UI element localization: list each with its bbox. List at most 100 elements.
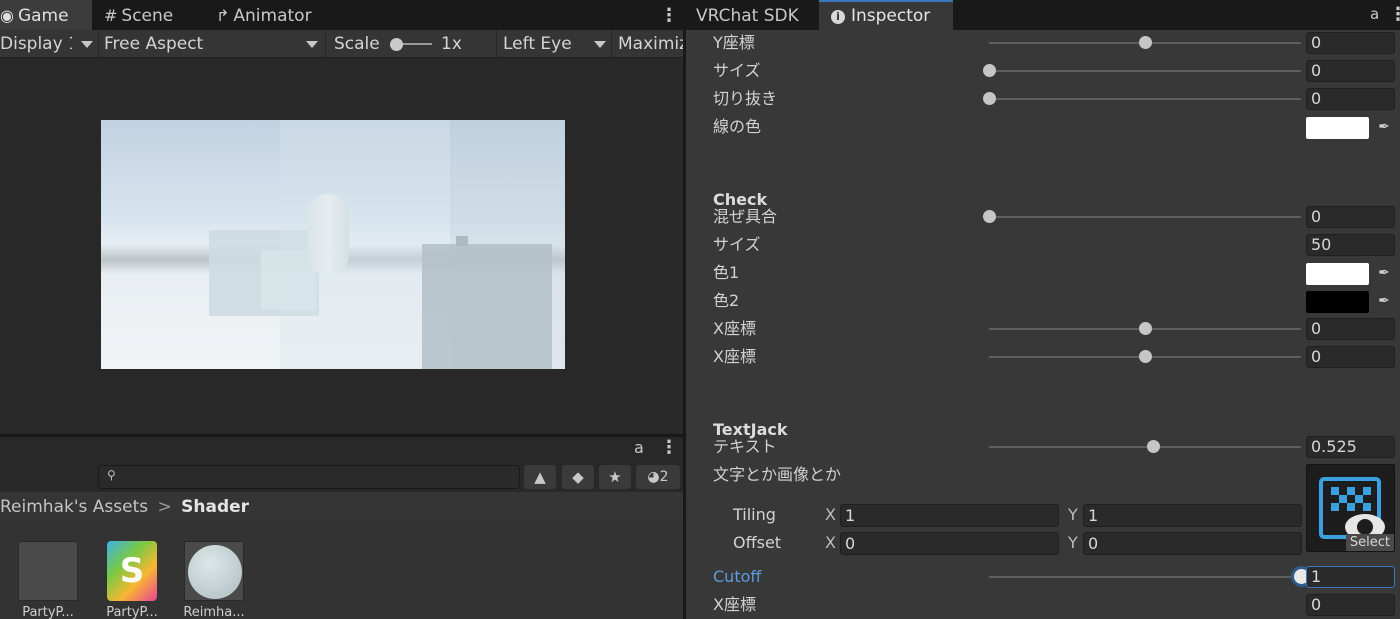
slider-track[interactable] (989, 216, 1301, 218)
filter-by-type-icon[interactable]: ▲ (524, 465, 556, 489)
breadcrumb-current[interactable]: Shader (181, 497, 249, 517)
lock-icon[interactable]: 𝖺 (1370, 5, 1379, 23)
shader-glyph: S (119, 551, 145, 591)
tab-animator[interactable]: ↱ Animator (216, 0, 312, 30)
asset-label: Reimha... (183, 605, 245, 619)
breadcrumb-root[interactable]: Reimhak's Assets (0, 497, 148, 517)
search-icon: ⚲ (107, 468, 116, 482)
tab-game[interactable]: ◉ Game (0, 0, 92, 30)
property-row: 色2 ✒ (686, 287, 1400, 315)
eye-select[interactable]: Left Eye (503, 30, 583, 58)
shader-file-icon: S (107, 541, 157, 601)
slider-track[interactable] (989, 70, 1301, 72)
scale-label: Scale (334, 34, 380, 54)
y-label: Y (1068, 505, 1078, 524)
tab-inspector[interactable]: i Inspector (819, 0, 953, 30)
offset-x-field[interactable]: 0 (840, 532, 1059, 555)
tab-scene-label: Scene (121, 6, 174, 26)
number-field[interactable]: 0 (1306, 60, 1395, 82)
number-field[interactable]: 0 (1306, 32, 1395, 54)
asset-label: PartyP... (106, 605, 158, 619)
tiling-y-field[interactable]: 1 (1083, 504, 1302, 527)
color-swatch[interactable] (1306, 291, 1369, 313)
scale-slider-handle[interactable] (390, 38, 403, 51)
slider-track[interactable] (989, 98, 1301, 100)
property-row: Cutoff 1 (686, 563, 1400, 591)
tab-game-label: Game (17, 6, 69, 26)
eyedropper-icon[interactable]: ✒ (1374, 117, 1394, 137)
scene-box-shape (456, 236, 468, 246)
favorites-star-icon[interactable]: ★ (599, 465, 631, 489)
offset-y-field[interactable]: 0 (1083, 532, 1302, 555)
material-preview (184, 541, 244, 601)
property-label: サイズ (713, 235, 761, 254)
info-icon: i (831, 10, 845, 24)
display-select[interactable]: Display 1 (0, 30, 72, 58)
slider-track[interactable] (989, 446, 1301, 448)
slider-handle[interactable] (1146, 440, 1160, 453)
maximize-toggle[interactable]: Maximize (618, 30, 683, 58)
number-field[interactable]: 0 (1306, 346, 1395, 368)
hidden-packages-toggle[interactable]: ◕2 (636, 465, 680, 489)
asset-thumbnail[interactable]: S (100, 539, 164, 603)
texture-select-button[interactable]: Select (1345, 534, 1394, 551)
number-field[interactable]: 0 (1306, 206, 1395, 228)
property-label: 線の色 (713, 117, 762, 136)
asset-thumbnail[interactable] (182, 539, 246, 603)
property-row: 切り抜き 0 (686, 85, 1400, 113)
number-field[interactable]: 50 (1306, 234, 1395, 256)
game-viewport[interactable] (0, 58, 683, 434)
property-label: 切り抜き (713, 89, 778, 108)
asset-thumbnail[interactable] (16, 539, 80, 603)
property-label: テキスト (713, 437, 777, 456)
lock-icon[interactable]: 𝖺 (634, 438, 644, 457)
eyedropper-icon[interactable]: ✒ (1374, 291, 1394, 311)
tiling-row: Tiling X 1 Y 1 (686, 501, 1400, 529)
slider-handle[interactable] (1139, 36, 1152, 49)
slider-handle[interactable] (983, 92, 996, 105)
number-field[interactable]: 1 (1306, 566, 1395, 588)
slider-handle[interactable] (983, 64, 996, 77)
filter-by-label-icon[interactable]: ◆ (562, 465, 594, 489)
project-header: 𝖺 ⋮ (0, 437, 683, 462)
property-row: 色1 ✒ (686, 259, 1400, 287)
number-field[interactable]: 0.525 (1306, 436, 1395, 458)
sphere-preview (188, 545, 242, 599)
property-row: 線の色 ✒ (686, 113, 1400, 141)
property-row: 混ぜ具合 0 (686, 203, 1400, 231)
inspector-panel: VRChat SDK i Inspector 𝖺 ⋮ Y座標 0 サイズ 0 切り… (686, 0, 1400, 619)
eyedropper-icon[interactable]: ✒ (1374, 263, 1394, 283)
more-options-icon[interactable]: ⋮ (660, 437, 678, 458)
tiling-x-field[interactable]: 1 (840, 504, 1059, 527)
number-field[interactable]: 0 (1306, 88, 1395, 110)
color-swatch[interactable] (1306, 263, 1369, 285)
tab-scene[interactable]: # Scene (104, 0, 173, 30)
more-options-icon[interactable]: ⋮ (660, 5, 678, 26)
chevron-down-icon (306, 41, 318, 48)
offset-row: Offset X 0 Y 0 (686, 529, 1400, 557)
search-input[interactable]: ⚲ (98, 465, 520, 489)
property-label: 色1 (713, 263, 740, 282)
grid-icon: # (104, 6, 118, 25)
number-field[interactable]: 0 (1306, 594, 1395, 616)
property-row: X座標 0 (686, 315, 1400, 343)
slider-track[interactable] (989, 576, 1301, 578)
aspect-select[interactable]: Free Aspect (104, 30, 304, 58)
slider-handle[interactable] (1139, 322, 1152, 335)
more-options-icon[interactable]: ⋮ (1389, 4, 1400, 25)
game-render-image (101, 120, 565, 369)
slider-handle[interactable] (1139, 350, 1152, 363)
breadcrumb-separator: > (157, 497, 172, 517)
animator-icon: ↱ (216, 6, 230, 25)
chevron-down-icon (594, 41, 606, 48)
y-label: Y (1068, 533, 1078, 552)
color-swatch[interactable] (1306, 117, 1369, 139)
property-label: 文字とか画像とか (713, 465, 842, 484)
number-field[interactable]: 0 (1306, 318, 1395, 340)
tab-vrchat-sdk[interactable]: VRChat SDK (696, 0, 799, 30)
scale-slider-track[interactable] (400, 43, 432, 45)
project-toolbar: ⚲ ▲ ◆ ★ ◕2 (0, 462, 683, 492)
breadcrumb: Reimhak's Assets > Shader (0, 492, 683, 522)
slider-handle[interactable] (983, 210, 996, 223)
texture-slot[interactable]: Select (1306, 464, 1395, 552)
